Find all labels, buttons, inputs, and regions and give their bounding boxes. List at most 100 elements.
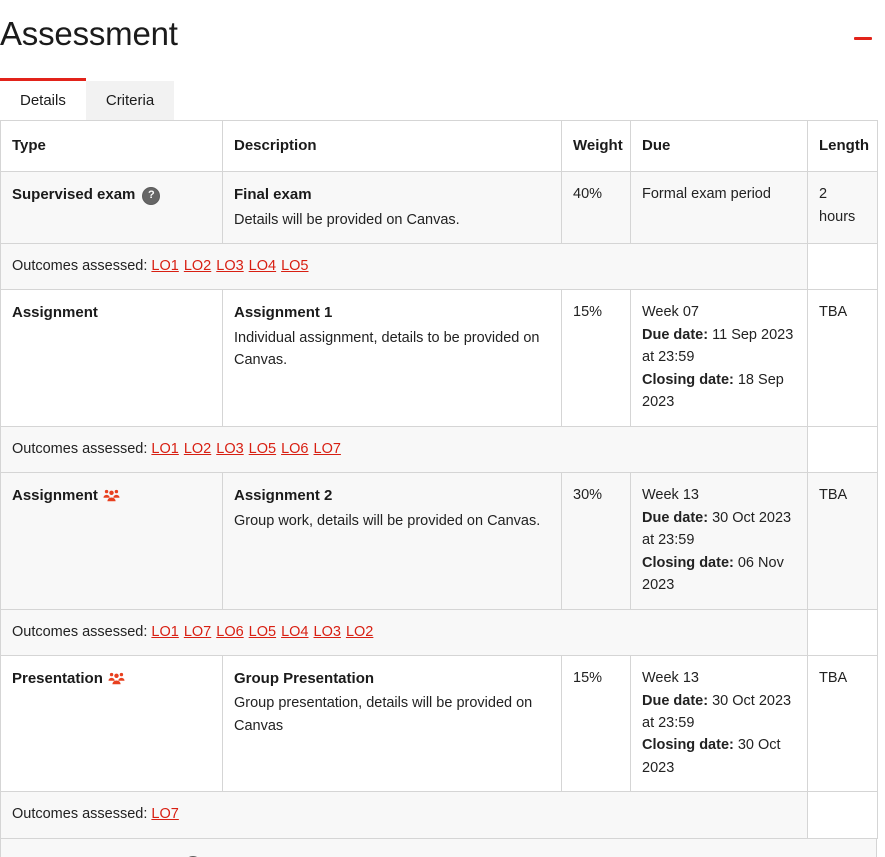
due-date-label: Due date: — [642, 509, 709, 526]
outcome-link-lo1[interactable]: LO1 — [151, 441, 178, 457]
outcome-link-lo6[interactable]: LO6 — [281, 441, 308, 457]
due-date-line: Due date: 30 Oct 2023 at 23:59 — [642, 690, 797, 735]
outcomes-row: Outcomes assessed: LO1 LO2 LO3 LO4 LO5 — [0, 242, 878, 291]
assessment-page: Assessment Details Criteria Type Descrip… — [0, 0, 885, 857]
outcome-link-lo7[interactable]: LO7 — [314, 441, 341, 457]
cell-outcomes: Outcomes assessed: LO1 LO2 LO3 LO4 LO5 — [0, 242, 808, 291]
cell-description: Final exam Details will be provided on Ca… — [222, 171, 562, 244]
table-header: Type Description Weight Due Length — [0, 119, 878, 173]
due-week: Week 13 — [642, 487, 699, 504]
table-row: Presentation Group Presentation Group pres… — [0, 655, 878, 793]
outcome-link-lo2[interactable]: LO2 — [346, 624, 373, 640]
table-header-row: Type Description Weight Due Length — [0, 119, 878, 173]
outcome-link-lo7[interactable]: LO7 — [151, 806, 178, 822]
minus-icon-bar — [854, 36, 872, 40]
due-date-line: Due date: 11 Sep 2023 at 23:59 — [642, 324, 797, 369]
legend-footer: = group assignment ? — [0, 838, 877, 857]
cell-description: Assignment 2 Group work, details will be … — [222, 472, 562, 610]
outcomes-label: Outcomes assessed: — [12, 440, 148, 457]
closing-date-line: Closing date: 06 Nov 2023 — [642, 552, 797, 597]
assessment-type-label: Assignment — [12, 487, 98, 505]
outcome-link-lo4[interactable]: LO4 — [281, 624, 308, 640]
cell-due: Week 07 Due date: 11 Sep 2023 at 23:59 Clo… — [630, 289, 808, 427]
tab-details-label: Details — [20, 92, 66, 109]
outcome-link-lo4[interactable]: LO4 — [249, 258, 276, 274]
due-week: Formal exam period — [642, 186, 771, 203]
cell-outcomes-length-spacer — [807, 791, 878, 839]
closing-date-label: Closing date: — [642, 554, 734, 571]
cell-due: Week 13 Due date: 30 Oct 2023 at 23:59 Clo… — [630, 472, 808, 610]
due-week: Week 13 — [642, 670, 699, 687]
cell-length: TBA — [807, 472, 878, 610]
outcome-link-lo1[interactable]: LO1 — [151, 258, 178, 274]
column-header-type: Type — [0, 119, 223, 173]
closing-date-line: Closing date: 30 Oct 2023 — [642, 734, 797, 779]
tab-list: Details Criteria — [0, 72, 885, 120]
column-header-description: Description — [222, 119, 562, 173]
outcome-link-lo3[interactable]: LO3 — [314, 624, 341, 640]
outcomes-label: Outcomes assessed: — [12, 623, 148, 640]
cell-type: Presentation — [0, 655, 223, 793]
assessment-type-label: Presentation — [12, 670, 103, 688]
description-body: Group work, details will be provided on … — [234, 512, 541, 529]
outcome-link-lo7[interactable]: LO7 — [184, 624, 211, 640]
closing-date-label: Closing date: — [642, 371, 734, 388]
cell-outcomes-length-spacer — [807, 425, 878, 474]
description-title: Assignment 1 — [234, 304, 333, 322]
description-body: Details will be provided on Canvas. — [234, 211, 460, 228]
cell-outcomes-length-spacer — [807, 242, 878, 291]
cell-type: Assignment — [0, 289, 223, 427]
description-body: Individual assignment, details to be pro… — [234, 329, 540, 369]
cell-outcomes: Outcomes assessed: LO1 LO2 LO3 LO5 LO6 LO7 — [0, 425, 808, 474]
cell-weight: 30% — [561, 472, 631, 610]
closing-date-line: Closing date: 18 Sep 2023 — [642, 369, 797, 414]
assessment-table: Type Description Weight Due Length Super… — [0, 119, 878, 839]
cell-outcomes: Outcomes assessed: LO1 LO7 LO6 LO5 LO4 LO3 LO2 — [0, 608, 808, 657]
outcome-link-lo5[interactable]: LO5 — [249, 441, 276, 457]
tab-criteria[interactable]: Criteria — [85, 81, 175, 120]
cell-outcomes: Outcomes assessed: LO7 — [0, 791, 808, 839]
outcome-link-lo5[interactable]: LO5 — [281, 258, 308, 274]
due-date-label: Due date: — [642, 326, 709, 343]
closing-date-label: Closing date: — [642, 737, 734, 754]
cell-due: Formal exam period — [630, 171, 808, 244]
outcome-link-lo2[interactable]: LO2 — [184, 258, 211, 274]
help-icon[interactable]: ? — [142, 186, 161, 205]
outcome-link-lo3[interactable]: LO3 — [216, 441, 243, 457]
due-date-line: Due date: 30 Oct 2023 at 23:59 — [642, 507, 797, 552]
outcomes-label: Outcomes assessed: — [12, 257, 148, 274]
cell-weight: 40% — [561, 171, 631, 244]
cell-type: Supervised exam? — [0, 171, 223, 244]
assessment-type-label: Supervised exam — [12, 186, 136, 204]
outcome-link-lo2[interactable]: LO2 — [184, 441, 211, 457]
page-title: Assessment — [0, 15, 178, 52]
cell-outcomes-length-spacer — [807, 608, 878, 657]
table-row: Assignment Assignment 2 Group work, detail… — [0, 472, 878, 610]
tab-details[interactable]: Details — [0, 78, 86, 120]
group-icon — [108, 671, 125, 685]
outcomes-row: Outcomes assessed: LO7 — [0, 791, 878, 839]
cell-weight: 15% — [561, 289, 631, 427]
minus-icon[interactable] — [849, 24, 877, 52]
description-title: Group Presentation — [234, 670, 375, 688]
outcome-link-lo5[interactable]: LO5 — [249, 624, 276, 640]
cell-length: TBA — [807, 655, 878, 793]
column-header-weight: Weight — [561, 119, 631, 173]
column-header-due: Due — [630, 119, 808, 173]
table-row: Assignment Assignment 1 Individual assignm… — [0, 289, 878, 427]
description-body: Group presentation, details will be prov… — [234, 695, 533, 734]
column-header-length: Length — [807, 119, 878, 173]
outcomes-label: Outcomes assessed: — [12, 806, 148, 823]
cell-length: TBA — [807, 289, 878, 427]
table-row: Supervised exam? Final exam Details will b… — [0, 171, 878, 244]
outcomes-row: Outcomes assessed: LO1 LO2 LO3 LO5 LO6 LO7 — [0, 425, 878, 474]
group-icon — [103, 488, 120, 502]
due-week: Week 07 — [642, 304, 699, 321]
cell-due: Week 13 Due date: 30 Oct 2023 at 23:59 Clo… — [630, 655, 808, 793]
outcome-link-lo6[interactable]: LO6 — [216, 624, 243, 640]
cell-description: Group Presentation Group presentation, de… — [222, 655, 562, 793]
cell-type: Assignment — [0, 472, 223, 610]
outcome-link-lo3[interactable]: LO3 — [216, 258, 243, 274]
outcome-link-lo1[interactable]: LO1 — [151, 624, 178, 640]
cell-length: 2 hours — [807, 171, 878, 244]
